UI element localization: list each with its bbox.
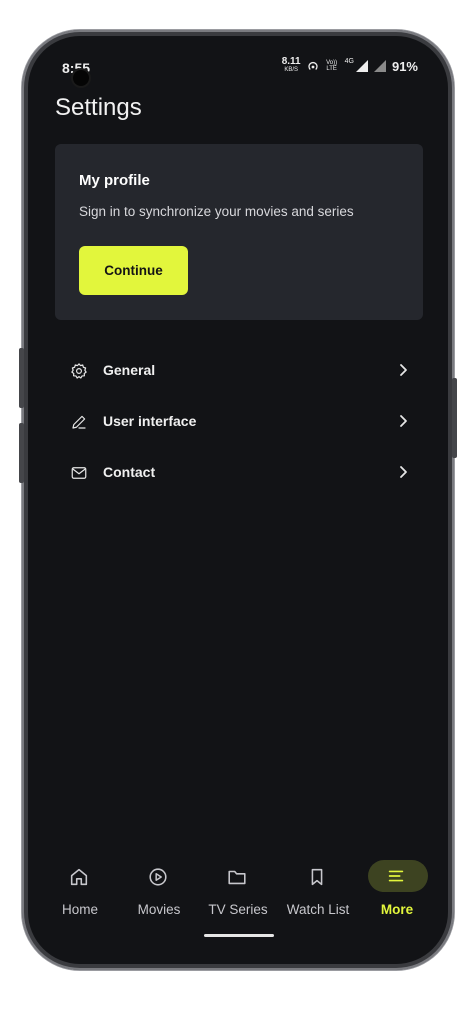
menu-item-label: User interface: [103, 413, 197, 429]
volte-label: Vo)) LTE: [326, 60, 338, 72]
bottom-tab-bar: Home Movies TV Series Watch List More: [28, 854, 448, 924]
gear-icon: [71, 363, 87, 379]
profile-card: My profile Sign in to synchronize your m…: [55, 144, 423, 320]
tab-label: Home: [61, 902, 98, 917]
profile-title: My profile: [79, 172, 150, 189]
bookmark-icon: [311, 868, 323, 886]
signal-icon: [355, 60, 368, 72]
tab-tv-series[interactable]: TV Series: [198, 854, 278, 924]
status-bar: 8:55 8.11 KB/S Vo)) LTE 4G 91%: [28, 36, 448, 86]
tab-movies[interactable]: Movies: [119, 854, 199, 924]
phone-frame: 8:55 8.11 KB/S Vo)) LTE 4G 91% Settings: [19, 30, 457, 970]
pencil-icon: [72, 415, 86, 429]
chevron-right-icon: [400, 364, 407, 376]
mail-icon: [71, 467, 87, 479]
home-icon: [70, 868, 88, 886]
page-title: Settings: [55, 94, 142, 121]
side-button-right: [452, 378, 457, 458]
net-speed: 8.11 KB/S: [281, 56, 301, 74]
network-type-label: 4G: [344, 58, 354, 65]
chevron-right-icon: [400, 415, 407, 427]
tab-more[interactable]: More: [357, 854, 437, 924]
menu-item-label: Contact: [103, 464, 156, 480]
menu-item-user-interface[interactable]: User interface: [28, 396, 448, 447]
settings-menu: General User interface Contact: [28, 345, 448, 498]
profile-subtitle: Sign in to synchronize your movies and s…: [79, 204, 354, 219]
home-indicator[interactable]: [204, 934, 274, 937]
front-camera: [73, 70, 89, 86]
net-speed-unit: KB/S: [284, 67, 298, 73]
menu-icon: [388, 870, 404, 882]
play-circle-icon: [149, 868, 167, 886]
tab-label: TV Series: [208, 902, 268, 917]
chevron-right-icon: [400, 466, 407, 478]
screen: 8:55 8.11 KB/S Vo)) LTE 4G 91% Settings: [28, 36, 448, 964]
menu-item-contact[interactable]: Contact: [28, 447, 448, 498]
side-button-upper: [19, 348, 24, 408]
menu-item-general[interactable]: General: [28, 345, 448, 396]
status-icons: 8.11 KB/S Vo)) LTE 4G 91%: [281, 56, 418, 74]
menu-item-label: General: [103, 362, 156, 378]
hotspot-icon: [307, 61, 318, 70]
tab-watch-list[interactable]: Watch List: [278, 854, 358, 924]
continue-button[interactable]: Continue: [79, 246, 188, 295]
folder-icon: [228, 870, 246, 885]
battery-percent: 91%: [391, 58, 418, 74]
side-button-lower: [19, 423, 24, 483]
tab-home[interactable]: Home: [40, 854, 120, 924]
tab-label: Watch List: [286, 902, 350, 917]
net-speed-value: 8.11: [281, 56, 301, 67]
signal-secondary-icon: [373, 60, 386, 72]
tab-label: More: [380, 902, 414, 917]
tab-label: Movies: [137, 902, 181, 917]
